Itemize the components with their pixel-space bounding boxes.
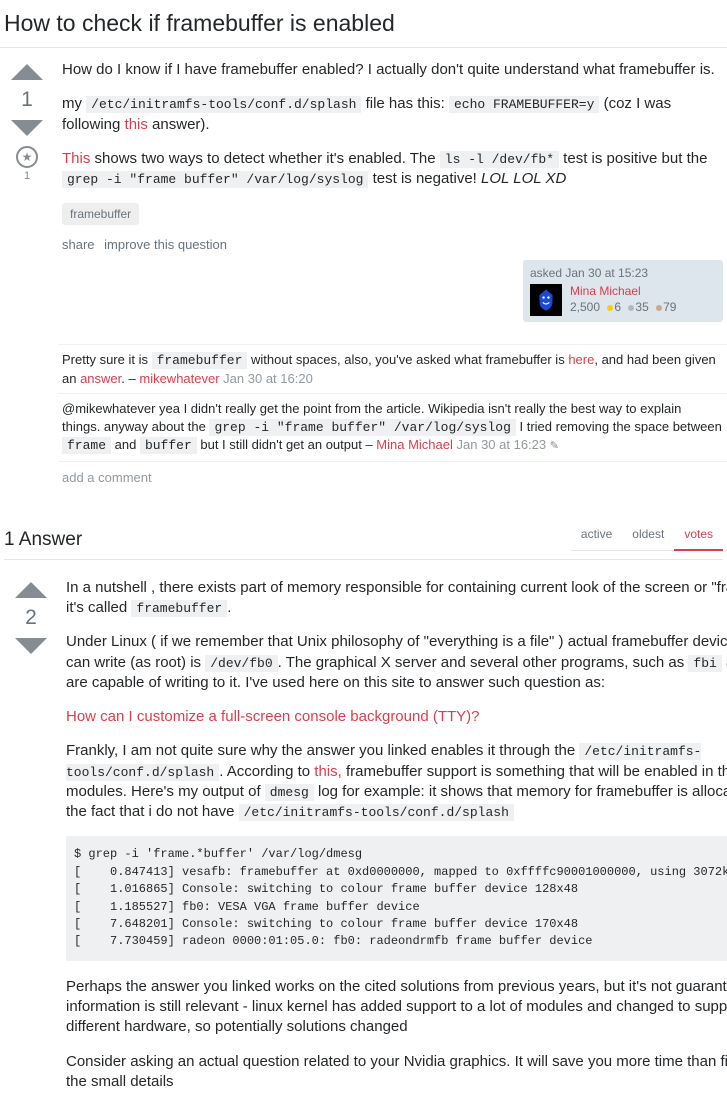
favorite-icon[interactable]: ★ <box>16 146 38 168</box>
question-para-1: How do I know if I have framebuffer enab… <box>62 60 723 80</box>
user-info: Mina Michael 2,500 6 35 79 <box>570 284 676 316</box>
code-inline: framebuffer <box>131 600 227 617</box>
emphasis: LOL LOL XD <box>481 170 566 187</box>
answer-body: In a nutshell , there exists part of mem… <box>54 578 727 1106</box>
code-inline: /etc/initramfs-tools/conf.d/splash <box>239 804 514 821</box>
code-inline: ls -l /dev/fb* <box>440 151 559 168</box>
question-para-3: This shows two ways to detect whether it… <box>62 149 723 190</box>
code-inline: frame <box>62 437 111 454</box>
answers-header: 1 Answer active oldest votes <box>4 519 723 559</box>
answers-count: 1 Answer <box>4 529 82 551</box>
comment-date: Jan 30 at 16:20 <box>220 371 313 386</box>
comment-date: Jan 30 at 16:23 <box>453 437 550 452</box>
code-inline: fbi <box>688 655 721 672</box>
code-inline: framebuffer <box>152 352 248 369</box>
answer-para-4: Frankly, I am not quite sure why the ans… <box>66 741 727 822</box>
pencil-icon: ✎ <box>550 440 559 452</box>
silver-badge-icon <box>628 305 634 311</box>
add-comment-link[interactable]: add a comment <box>58 462 727 493</box>
code-inline: echo FRAMEBUFFER=y <box>449 96 599 113</box>
answer-para-6: Consider asking an actual question relat… <box>66 1052 727 1093</box>
comment-user[interactable]: mikewhatever <box>139 371 219 386</box>
tag-framebuffer[interactable]: framebuffer <box>62 203 139 225</box>
code-inline: buffer <box>140 437 197 454</box>
code-inline: grep -i "frame buffer" /var/log/syslog <box>209 419 515 436</box>
answer-para-5: Perhaps the answer you linked works on t… <box>66 977 727 1038</box>
answer-para-2: Under Linux ( if we remember that Unix p… <box>66 632 727 693</box>
comments-list: Pretty sure it is framebuffer without sp… <box>58 344 727 493</box>
upvote-icon[interactable] <box>11 64 43 80</box>
user-rep: 2,500 6 35 79 <box>570 300 676 314</box>
question-body: How do I know if I have framebuffer enab… <box>50 60 723 322</box>
vote-cell: 1 ★ 1 <box>4 60 50 322</box>
page-title: How to check if framebuffer is enabled <box>0 0 727 48</box>
answer-para-1: In a nutshell , there exists part of mem… <box>66 578 727 619</box>
downvote-icon[interactable] <box>15 638 47 654</box>
link-this[interactable]: This <box>62 150 90 167</box>
improve-link[interactable]: improve this question <box>104 237 227 252</box>
link-this[interactable]: this, <box>314 763 342 780</box>
code-block[interactable]: $ grep -i 'frame.*buffer' /var/log/dmesg… <box>66 836 727 960</box>
code-inline: dmesg <box>265 784 314 801</box>
share-link[interactable]: share <box>62 237 95 252</box>
user-card: asked Jan 30 at 15:23 Mina Michael 2,500… <box>523 260 723 322</box>
link-this-answer[interactable]: this <box>125 116 148 133</box>
sort-tabs: active oldest votes <box>571 519 723 551</box>
link-answer[interactable]: answer <box>80 371 121 386</box>
code-inline: /etc/initramfs-tools/conf.d/splash <box>86 96 361 113</box>
tab-votes[interactable]: votes <box>674 519 723 551</box>
answer-post: 2 In a nutshell , there exists part of m… <box>4 578 723 1106</box>
vote-count: 2 <box>25 606 37 630</box>
question-post: 1 ★ 1 How do I know if I have framebuffe… <box>0 60 727 322</box>
tab-oldest[interactable]: oldest <box>622 519 674 551</box>
answer-para-3: How can I customize a full-screen consol… <box>66 707 727 727</box>
tab-active[interactable]: active <box>571 519 622 551</box>
favorite-count: 1 <box>24 170 30 182</box>
comment-user[interactable]: Mina Michael <box>376 437 453 452</box>
link-tty-question[interactable]: How can I customize a full-screen consol… <box>66 708 480 725</box>
post-menu: share improve this question <box>62 237 723 252</box>
code-inline: grep -i "frame buffer" /var/log/syslog <box>62 171 368 188</box>
downvote-icon[interactable] <box>11 120 43 136</box>
vote-count: 1 <box>21 88 33 112</box>
bronze-badge-icon <box>656 305 662 311</box>
code-inline: /dev/fb0 <box>205 655 277 672</box>
comment: @mikewhatever yea I didn't really get th… <box>58 394 727 462</box>
user-name[interactable]: Mina Michael <box>570 284 676 298</box>
comment: Pretty sure it is framebuffer without sp… <box>58 345 727 394</box>
asked-time: asked Jan 30 at 15:23 <box>530 266 716 280</box>
gold-badge-icon <box>607 305 613 311</box>
question-para-2: my /etc/initramfs-tools/conf.d/splash fi… <box>62 94 723 135</box>
avatar[interactable] <box>530 284 562 316</box>
vote-cell: 2 <box>8 578 54 1106</box>
link-here[interactable]: here <box>568 352 594 367</box>
upvote-icon[interactable] <box>15 582 47 598</box>
